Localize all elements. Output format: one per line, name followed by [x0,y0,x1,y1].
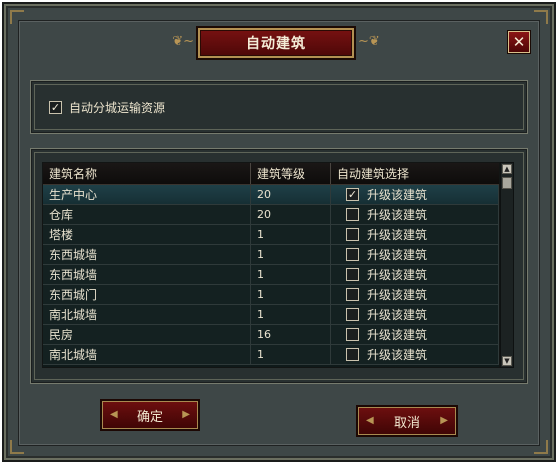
upgrade-checkbox[interactable] [346,208,359,221]
upgrade-checkbox[interactable]: ✓ [346,188,359,201]
confirm-button[interactable]: ◀ 确定 ▶ [100,399,200,431]
close-button[interactable]: ✕ [508,31,530,53]
table-row[interactable]: 民房 16 升级该建筑 [43,325,499,345]
auto-build-cell: 升级该建筑 [331,245,499,264]
upgrade-checkbox[interactable] [346,328,359,341]
upgrade-label: 升级该建筑 [367,307,428,322]
building-name-cell: 东西城墙 [43,265,251,284]
auto-build-cell: 升级该建筑 [331,265,499,284]
table-body: 生产中心 20 ✓ 升级该建筑 仓库 20 升级该建筑 塔楼 1 升级该建筑 东西城墙 1 升级该建筑东… [43,185,499,365]
scroll-thumb[interactable] [502,177,512,189]
corner-ornament [10,10,24,24]
auto-build-cell: 升级该建筑 [331,205,499,224]
building-name-cell: 塔楼 [43,225,251,244]
button-ornament-right-icon: ▶ [440,415,448,426]
table-row[interactable]: 南北城墙 1 升级该建筑 [43,305,499,325]
building-level-cell: 16 [251,325,331,344]
table-scrollbar[interactable]: ▲ ▼ [500,162,514,368]
auto-build-cell: 升级该建筑 [331,345,499,364]
cancel-button[interactable]: ◀ 取消 ▶ [356,405,458,437]
table-row[interactable]: 东西城墙 1 升级该建筑 [43,265,499,285]
auto-build-cell: ✓ 升级该建筑 [331,185,499,204]
table-row[interactable]: 东西城门 1 升级该建筑 [43,285,499,305]
column-header-name: 建筑名称 [43,163,251,184]
upgrade-label: 升级该建筑 [367,227,428,242]
corner-ornament [534,440,548,454]
button-ornament-right-icon: ▶ [182,409,190,420]
building-name-cell: 仓库 [43,205,251,224]
building-level-cell: 1 [251,225,331,244]
column-header-auto-build: 自动建筑选择 [337,167,410,181]
auto-build-cell: 升级该建筑 [331,325,499,344]
upgrade-checkbox[interactable] [346,348,359,361]
building-level-cell: 20 [251,185,331,204]
auto-build-cell: 升级该建筑 [331,285,499,304]
corner-ornament [534,10,548,24]
table-row[interactable]: 塔楼 1 升级该建筑 [43,225,499,245]
auto-transport-checkbox[interactable]: ✓ [49,100,62,114]
building-level-cell: 20 [251,205,331,224]
auto-build-cell: 升级该建筑 [331,225,499,244]
upgrade-checkbox[interactable] [346,308,359,321]
auto-transport-label: 自动分城运输资源 [69,100,166,115]
dialog-title: 自动建筑 [196,26,356,60]
table-row[interactable]: 仓库 20 升级该建筑 [43,205,499,225]
scroll-down-icon[interactable]: ▼ [502,356,512,366]
building-level-cell: 1 [251,285,331,304]
building-name-cell: 南北城墙 [43,305,251,324]
building-name-cell: 东西城墙 [43,245,251,264]
upgrade-checkbox[interactable] [346,228,359,241]
upgrade-checkbox[interactable] [346,248,359,261]
button-ornament-left-icon: ◀ [366,415,374,426]
upgrade-label: 升级该建筑 [367,187,428,202]
upgrade-label: 升级该建筑 [367,207,428,222]
upgrade-label: 升级该建筑 [367,267,428,282]
upgrade-label: 升级该建筑 [367,327,428,342]
confirm-button-label: 确定 [136,409,163,425]
title-ornament-left-icon: ❦~ [172,34,194,49]
button-ornament-left-icon: ◀ [110,409,118,420]
auto-build-cell: 升级该建筑 [331,305,499,324]
upgrade-label: 升级该建筑 [367,287,428,302]
table-row[interactable]: 南北城墙 1 升级该建筑 [43,345,499,365]
upgrade-label: 升级该建筑 [367,247,428,262]
corner-ornament [10,440,24,454]
building-level-cell: 1 [251,305,331,324]
building-table: 建筑名称 建筑等级 自动建筑选择 生产中心 20 ✓ 升级该建筑 仓库 20 升级该建筑 塔楼… [42,162,500,368]
building-name-cell: 南北城墙 [43,345,251,364]
building-level-cell: 1 [251,265,331,284]
building-level-cell: 1 [251,345,331,364]
checkmark-icon: ✓ [50,100,61,114]
upgrade-checkbox[interactable] [346,288,359,301]
upgrade-checkbox[interactable] [346,268,359,281]
option-panel: ✓ 自动分城运输资源 [30,80,528,134]
checkmark-icon: ✓ [347,188,358,201]
scroll-up-icon[interactable]: ▲ [502,164,512,174]
building-name-cell: 民房 [43,325,251,344]
title-ornament-right-icon: ~❦ [358,34,380,49]
table-row[interactable]: 东西城墙 1 升级该建筑 [43,245,499,265]
cancel-button-label: 取消 [393,415,420,431]
table-header: 建筑名称 建筑等级 自动建筑选择 [43,163,499,185]
close-icon: ✕ [512,33,526,51]
building-name-cell: 东西城门 [43,285,251,304]
building-name-cell: 生产中心 [43,185,251,204]
building-table-panel: 建筑名称 建筑等级 自动建筑选择 生产中心 20 ✓ 升级该建筑 仓库 20 升级该建筑 塔楼… [30,148,528,384]
column-header-level: 建筑等级 [251,163,331,184]
upgrade-label: 升级该建筑 [367,347,428,362]
table-row[interactable]: 生产中心 20 ✓ 升级该建筑 [43,185,499,205]
building-level-cell: 1 [251,245,331,264]
